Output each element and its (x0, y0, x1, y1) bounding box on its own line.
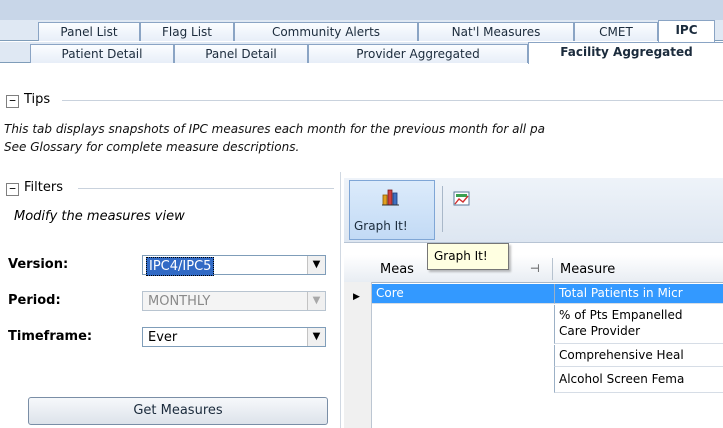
filters-subtitle: Modify the measures view (14, 209, 185, 224)
tips-collapse-button[interactable]: − (6, 95, 19, 108)
tab-panel-detail[interactable]: Panel Detail (174, 44, 308, 63)
column-header-group[interactable]: Meas (380, 262, 414, 277)
toolbar-separator (442, 186, 443, 232)
get-measures-button[interactable]: Get Measures (28, 397, 328, 425)
table-row-group-cell[interactable]: Core (372, 284, 554, 304)
tab-facility-aggregated[interactable]: Facility Aggregated (528, 42, 723, 64)
graph-it-label: Graph It! (354, 219, 408, 233)
version-label: Version: (8, 257, 69, 272)
tab-flag-list[interactable]: Flag List (140, 22, 234, 41)
tab-community-alerts[interactable]: Community Alerts (234, 22, 418, 41)
column-header-measure[interactable]: Measure (560, 262, 615, 277)
table-row-measure-cell[interactable]: Total Patients in Micr (554, 284, 723, 304)
table-row-measure-cell[interactable]: % of Pts Empanelled Care Provider (554, 305, 723, 344)
current-row-indicator-icon: ▶ (353, 292, 360, 302)
tab-natl-measures[interactable]: Nat'l Measures (418, 22, 574, 41)
tab-patient-detail[interactable]: Patient Detail (30, 44, 174, 63)
timeframe-value: Ever (148, 330, 178, 345)
tab-provider-aggregated[interactable]: Provider Aggregated (308, 44, 528, 63)
chevron-down-icon[interactable]: ▼ (307, 328, 325, 346)
bar-chart-icon (382, 189, 399, 206)
measure-line: Care Provider (559, 324, 641, 338)
chart-options-icon[interactable] (452, 190, 472, 210)
chevron-down-icon[interactable]: ▼ (307, 292, 325, 310)
measure-line: % of Pts Empanelled (559, 308, 683, 322)
tab-ipc[interactable]: IPC (658, 20, 715, 42)
graph-it-button[interactable]: Graph It! (349, 180, 435, 240)
tips-divider (62, 100, 723, 101)
period-select[interactable]: MONTHLY ▼ (142, 291, 326, 311)
tips-line-1: This tab displays snapshots of IPC measu… (4, 122, 545, 136)
row-header-column (344, 282, 372, 428)
period-label: Period: (8, 293, 61, 308)
version-value: IPC4/IPC5 (146, 257, 215, 276)
tab-panel-list[interactable]: Panel List (38, 22, 140, 41)
sub-tab-row: Patient Detail Panel Detail Provider Agg… (0, 42, 723, 64)
graph-it-tooltip: Graph It! (427, 243, 509, 270)
version-select[interactable]: IPC4/IPC5 ▼ (142, 255, 326, 276)
filters-collapse-button[interactable]: − (6, 183, 19, 196)
filters-divider (78, 188, 334, 189)
pin-icon[interactable]: ⊣ (530, 262, 540, 275)
main-tab-row: Panel List Flag List Community Alerts Na… (0, 20, 723, 42)
timeframe-select[interactable]: Ever ▼ (142, 327, 326, 347)
tabstrip-top (0, 0, 723, 20)
table-row-measure-cell[interactable]: Comprehensive Heal (554, 345, 723, 367)
column-separator (552, 258, 553, 280)
tips-title: Tips (24, 92, 51, 107)
tab-cmet[interactable]: CMET (574, 22, 658, 41)
filters-title: Filters (24, 180, 63, 195)
chevron-down-icon[interactable]: ▼ (307, 256, 325, 274)
tips-line-2: See Glossary for complete measure descri… (4, 140, 300, 154)
timeframe-label: Timeframe: (8, 329, 93, 344)
table-row-measure-cell[interactable]: Alcohol Screen Fema (554, 367, 723, 393)
period-value: MONTHLY (148, 294, 211, 309)
